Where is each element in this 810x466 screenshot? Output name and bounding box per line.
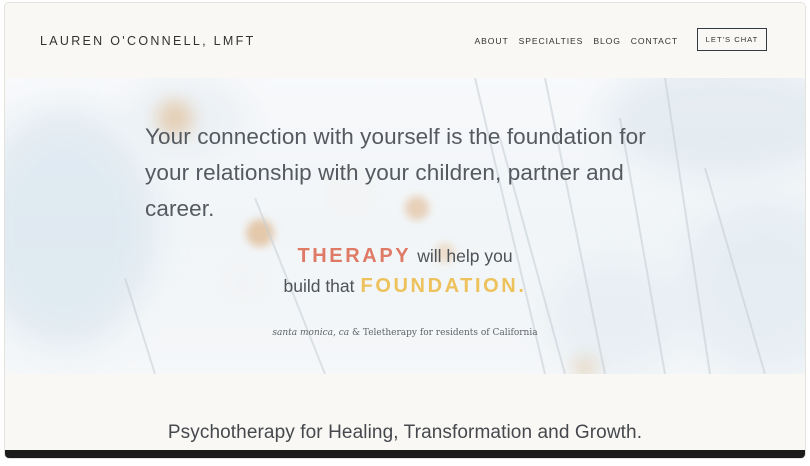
tagline-part-2: build that [283, 276, 355, 296]
site-logo[interactable]: LAUREN O'CONNELL, LMFT [40, 34, 256, 48]
nav-contact[interactable]: CONTACT [631, 36, 678, 46]
location-city: santa monica, ca [272, 328, 350, 338]
tagline-part-1: will help you [417, 246, 513, 266]
lets-chat-button[interactable]: LET'S CHAT [697, 28, 767, 51]
nav-about[interactable]: ABOUT [475, 36, 509, 46]
hero-banner: Your connection with yourself is the fou… [5, 78, 805, 374]
foundation-word: FOUNDATION. [360, 275, 527, 297]
hero-headline: Your connection with yourself is the fou… [145, 124, 646, 221]
browser-page: LAUREN O'CONNELL, LMFT ABOUT SPECIALTIES… [5, 3, 805, 458]
hero-tagline-line-2: build that FOUNDATION. [5, 275, 805, 298]
services-heading: Psychotherapy for Healing, Transformatio… [167, 422, 643, 443]
location-detail: & Teletherapy for residents of Californi… [349, 328, 538, 338]
hero-tagline-line-1: THERAPY will help you [5, 245, 805, 268]
therapy-word: THERAPY [297, 245, 412, 267]
window-bottom-edge [5, 450, 805, 458]
location-line: santa monica, ca & Teletherapy for resid… [5, 328, 805, 338]
nav-blog[interactable]: BLOG [593, 36, 620, 46]
main-nav: ABOUT SPECIALTIES BLOG CONTACT [475, 36, 678, 46]
nav-specialties[interactable]: SPECIALTIES [519, 36, 584, 46]
site-header: LAUREN O'CONNELL, LMFT ABOUT SPECIALTIES… [5, 3, 805, 78]
